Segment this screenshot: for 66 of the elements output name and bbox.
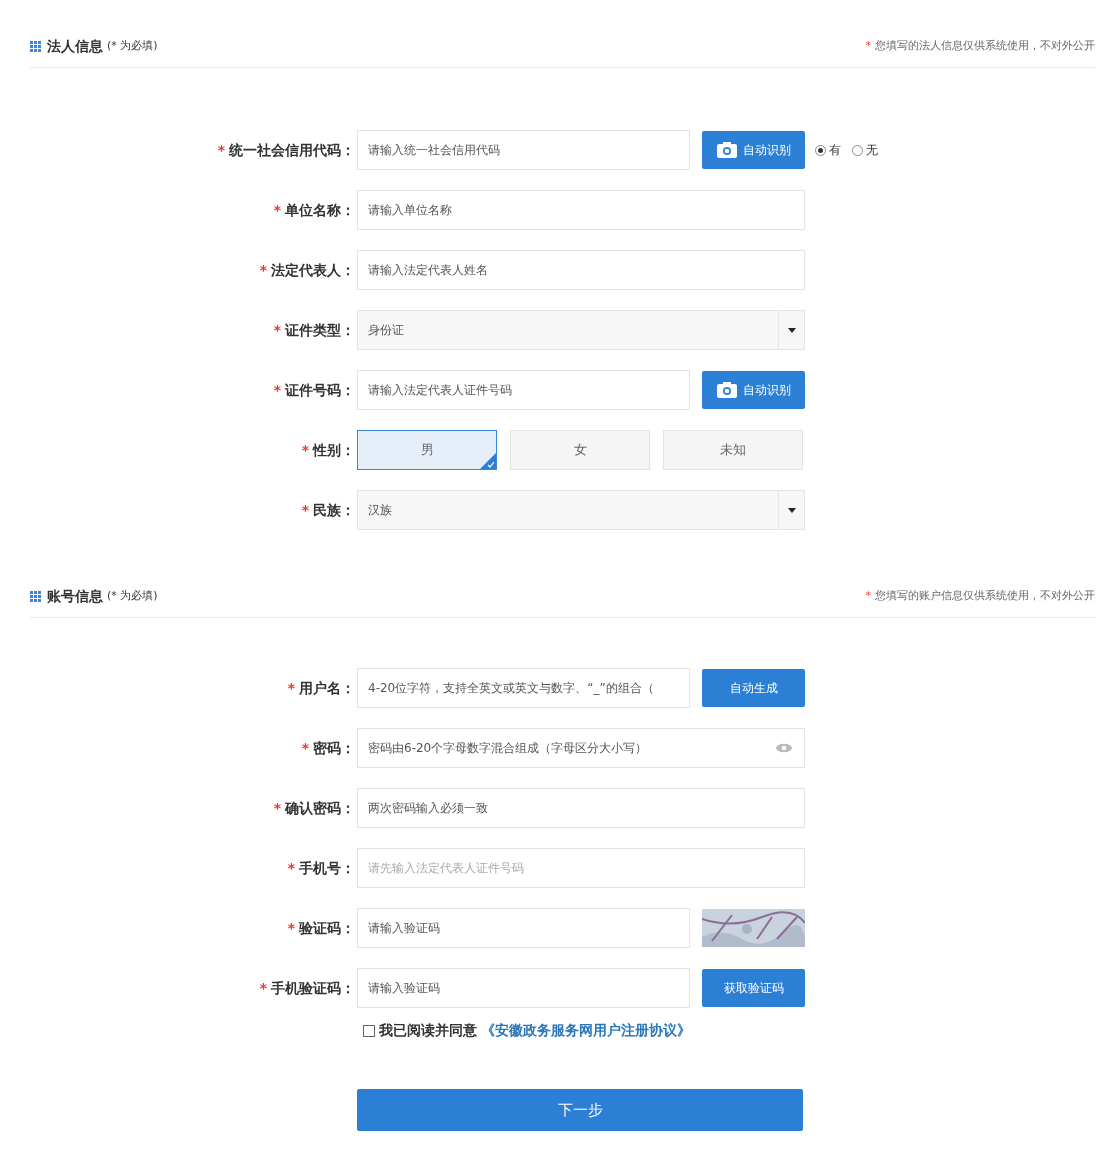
auto-recognize-button[interactable]: 自动识别 (702, 131, 805, 169)
eye-icon (775, 743, 793, 753)
field-label: 密码： (313, 739, 355, 756)
field-label: 统一社会信用代码： (229, 141, 355, 158)
action-button[interactable]: 获取验证码 (702, 969, 805, 1007)
gender-option[interactable]: 男 (357, 430, 497, 470)
required-mark: * (217, 141, 225, 158)
caret-icon (787, 507, 796, 513)
required-mark: * (259, 979, 267, 996)
gender-option[interactable]: 女 (510, 430, 650, 470)
required-mark: * (865, 38, 871, 55)
select-field[interactable]: 汉族 (357, 490, 805, 530)
required-mark: * (287, 859, 295, 876)
input-field[interactable]: 请输入法定代表人证件号码 (357, 370, 690, 410)
field-label: 性别： (313, 441, 355, 458)
required-mark: * (273, 381, 281, 398)
field-label: 证件类型： (285, 321, 355, 338)
required-hint: (* 为必填) (107, 588, 158, 605)
auto-recognize-button[interactable]: 自动识别 (702, 371, 805, 409)
required-mark: * (287, 679, 295, 696)
checkbox[interactable] (363, 1024, 375, 1037)
required-mark: * (301, 441, 309, 458)
grid-icon (30, 41, 41, 52)
field-label: 用户名： (299, 679, 355, 696)
gender-option[interactable]: 未知 (663, 430, 803, 470)
section-title: 法人信息 (47, 37, 103, 56)
next-step-button[interactable]: 下一步 (357, 1089, 803, 1131)
input-field[interactable]: 4-20位字符，支持全英文或英文与数字、“_”的组合（ (357, 668, 690, 708)
required-mark: * (273, 321, 281, 338)
privacy-notice: 您填写的法人信息仅供系统使用，不对外公开 (875, 38, 1095, 55)
select-field[interactable]: 身份证 (357, 310, 805, 350)
radio-label: 无 (866, 142, 878, 159)
grid-icon (30, 591, 41, 602)
field-label: 证件号码： (285, 381, 355, 398)
password-field[interactable]: 密码由6-20个字母数字混合组成（字母区分大小写） (357, 728, 805, 768)
radio-label: 有 (829, 142, 841, 159)
section-title: 账号信息 (47, 587, 103, 606)
required-mark: * (865, 588, 871, 605)
required-mark: * (273, 201, 281, 218)
camera-icon (716, 382, 737, 398)
agreement-link[interactable]: 《安徽政务服务网用户注册协议》 (481, 1020, 691, 1041)
camera-icon (716, 142, 737, 158)
input-field[interactable]: 请输入单位名称 (357, 190, 805, 230)
required-mark: * (273, 799, 281, 816)
field-label: 手机验证码： (271, 979, 355, 996)
field-label: 确认密码： (285, 799, 355, 816)
privacy-notice: 您填写的账户信息仅供系统使用，不对外公开 (875, 588, 1095, 605)
field-label: 法定代表人： (271, 261, 355, 278)
field-label: 民族： (313, 501, 355, 518)
action-button[interactable]: 自动生成 (702, 669, 805, 707)
field-label: 单位名称： (285, 201, 355, 218)
input-field[interactable]: 两次密码输入必须一致 (357, 788, 805, 828)
required-mark: * (259, 261, 267, 278)
agreement-text: 我已阅读并同意 (379, 1021, 477, 1040)
caret-icon (787, 327, 796, 333)
field-label: 手机号： (299, 859, 355, 876)
required-mark: * (301, 501, 309, 518)
required-mark: * (287, 919, 295, 936)
required-hint: (* 为必填) (107, 38, 158, 55)
field-label: 验证码： (299, 919, 355, 936)
input-field[interactable]: 请输入验证码 (357, 908, 690, 948)
input-field[interactable]: 请输入法定代表人姓名 (357, 250, 805, 290)
input-field[interactable]: 请输入统一社会信用代码 (357, 130, 690, 170)
check-corner-icon (480, 453, 496, 469)
required-mark: * (301, 739, 309, 756)
input-field[interactable]: 请输入验证码 (357, 968, 690, 1008)
